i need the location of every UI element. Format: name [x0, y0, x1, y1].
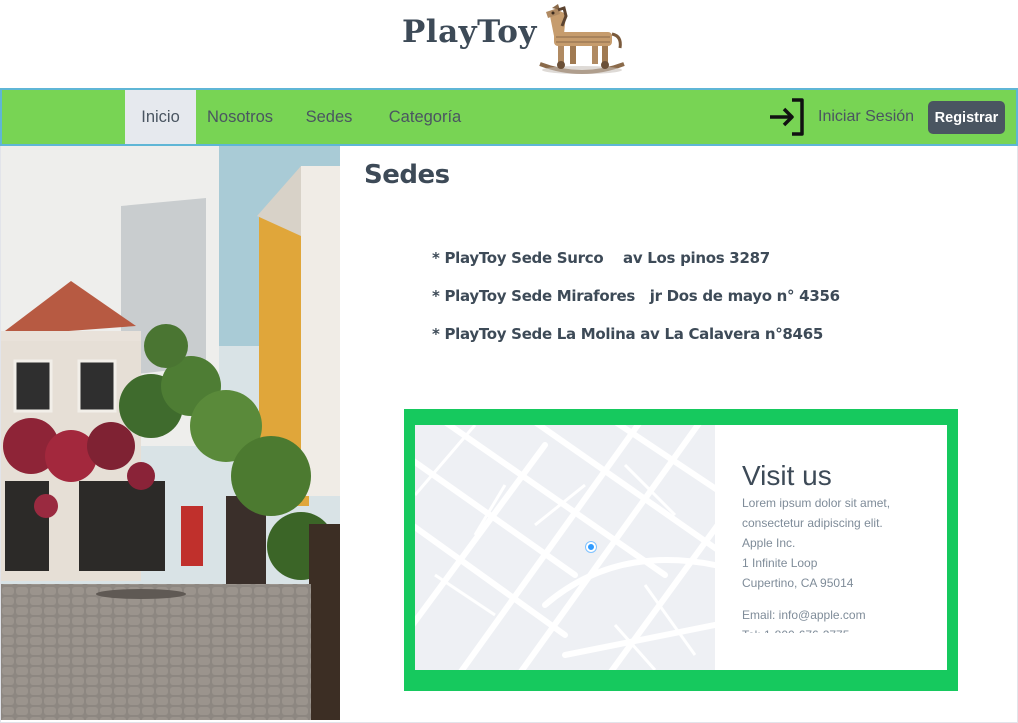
nav-item-sedes[interactable]: Sedes	[300, 90, 358, 144]
visit-line: Apple Inc.	[742, 536, 796, 550]
main-navbar: Inicio Nosotros Sedes Categoría Iniciar …	[0, 88, 1018, 146]
list-item: * PlayToy Sede La Molina av La Calavera …	[432, 325, 823, 343]
visit-line: Lorem ipsum dolor sit amet,	[742, 496, 891, 510]
visit-line: 1 Infinite Loop	[742, 556, 818, 570]
map-widget[interactable]: Visit us Lorem ipsum dolor sit amet, con…	[415, 425, 947, 670]
nav-item-nosotros[interactable]: Nosotros	[200, 90, 280, 144]
visit-email[interactable]: Email: info@apple.com	[742, 605, 932, 625]
list-item: * PlayToy Sede Surco av Los pinos 3287	[432, 249, 770, 267]
nav-item-inicio[interactable]: Inicio	[125, 90, 196, 144]
login-label: Iniciar Sesión	[818, 108, 915, 125]
nav-item-categoria[interactable]: Categoría	[382, 90, 468, 144]
visit-line: Cupertino, CA 95014	[742, 576, 854, 590]
list-item: * PlayToy Sede Mirafores jr Dos de mayo …	[432, 287, 840, 305]
visit-info-panel: Visit us Lorem ipsum dolor sit amet, con…	[742, 459, 932, 633]
street-photo	[1, 146, 340, 720]
map-frame: Visit us Lorem ipsum dolor sit amet, con…	[404, 409, 958, 691]
visit-line: consectetur adipiscing elit.	[742, 516, 883, 530]
site-header: PlayToy	[0, 0, 1018, 88]
visit-tel[interactable]: Tel: 1-800-676-2775	[742, 625, 932, 633]
rocking-horse-icon[interactable]	[536, 4, 628, 76]
location-pin-icon[interactable]	[586, 542, 596, 552]
brand-title[interactable]: PlayToy	[402, 14, 537, 50]
sede-list: * PlayToy Sede Surco av Los pinos 3287 *…	[432, 246, 840, 360]
sign-in-icon	[770, 98, 804, 136]
map-view[interactable]	[415, 425, 715, 670]
register-button[interactable]: Registrar	[928, 101, 1005, 134]
visit-title: Visit us	[742, 460, 832, 491]
page-title: Sedes	[364, 160, 450, 190]
login-link[interactable]: Iniciar Sesión	[768, 96, 914, 138]
map-streets	[415, 425, 715, 670]
